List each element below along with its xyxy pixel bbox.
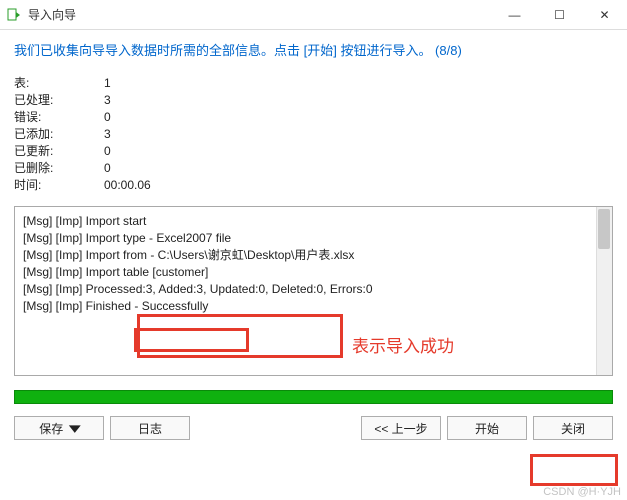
log-button[interactable]: 日志	[110, 416, 190, 440]
stats-row: 表:1	[14, 75, 613, 92]
stats-value: 1	[104, 75, 111, 92]
maximize-button[interactable]: ☐	[537, 0, 582, 30]
scrollbar-thumb[interactable]	[598, 209, 610, 249]
stats-label: 表:	[14, 75, 104, 92]
minimize-icon: —	[509, 8, 521, 22]
button-bar: 保存 ▾ 日志 << 上一步 开始 关闭	[0, 404, 627, 440]
log-line: [Msg] [Imp] Processed:3, Added:3, Update…	[23, 281, 604, 298]
close-button[interactable]: 关闭	[533, 416, 613, 440]
back-button-label: << 上一步	[374, 420, 427, 437]
stats-row: 已更新:0	[14, 143, 613, 160]
maximize-icon: ☐	[554, 8, 565, 22]
save-button-label: 保存	[39, 420, 63, 437]
log-output[interactable]: [Msg] [Imp] Import start [Msg] [Imp] Imp…	[14, 206, 613, 376]
stats-row: 已处理:3	[14, 92, 613, 109]
scrollbar[interactable]	[596, 207, 612, 375]
window-title: 导入向导	[28, 6, 76, 23]
save-dropdown-button[interactable]: 保存 ▾	[14, 416, 104, 440]
app-icon	[6, 7, 22, 23]
stats-label: 已添加:	[14, 126, 104, 143]
stats-value: 3	[104, 92, 111, 109]
stats-row: 时间:00:00.06	[14, 177, 613, 194]
back-button[interactable]: << 上一步	[361, 416, 441, 440]
stats-panel: 表:1 已处理:3 错误:0 已添加:3 已更新:0 已删除:0 时间:00:0…	[0, 59, 627, 202]
stats-value: 0	[104, 160, 111, 177]
close-button-label: 关闭	[561, 420, 585, 437]
caret-down-icon: ▾	[69, 421, 81, 436]
stats-label: 已更新:	[14, 143, 104, 160]
stats-value: 00:00.06	[104, 177, 151, 194]
start-button-label: 开始	[475, 420, 499, 437]
stats-label: 已删除:	[14, 160, 104, 177]
progress-bar	[14, 390, 613, 404]
stats-row: 已添加:3	[14, 126, 613, 143]
minimize-button[interactable]: —	[492, 0, 537, 30]
stats-value: 3	[104, 126, 111, 143]
stats-label: 已处理:	[14, 92, 104, 109]
log-line: [Msg] [Imp] Finished - Successfully	[23, 298, 604, 315]
stats-row: 错误:0	[14, 109, 613, 126]
annotation-box-close-button	[530, 454, 618, 486]
stats-label: 错误:	[14, 109, 104, 126]
stats-label: 时间:	[14, 177, 104, 194]
wizard-instruction: 我们已收集向导导入数据时所需的全部信息。点击 [开始] 按钮进行导入。 (8/8…	[0, 30, 627, 59]
close-icon: ✕	[599, 8, 609, 22]
log-line: [Msg] [Imp] Import table [customer]	[23, 264, 604, 281]
stats-value: 0	[104, 109, 111, 126]
stats-value: 0	[104, 143, 111, 160]
log-line: [Msg] [Imp] Import start	[23, 213, 604, 230]
close-window-button[interactable]: ✕	[582, 0, 627, 30]
log-button-label: 日志	[138, 420, 162, 437]
start-button[interactable]: 开始	[447, 416, 527, 440]
stats-row: 已删除:0	[14, 160, 613, 177]
titlebar: 导入向导 — ☐ ✕	[0, 0, 627, 30]
log-line: [Msg] [Imp] Import from - C:\Users\谢京虹\D…	[23, 247, 604, 264]
watermark: CSDN @H·YJH	[543, 486, 621, 498]
log-line: [Msg] [Imp] Import type - Excel2007 file	[23, 230, 604, 247]
